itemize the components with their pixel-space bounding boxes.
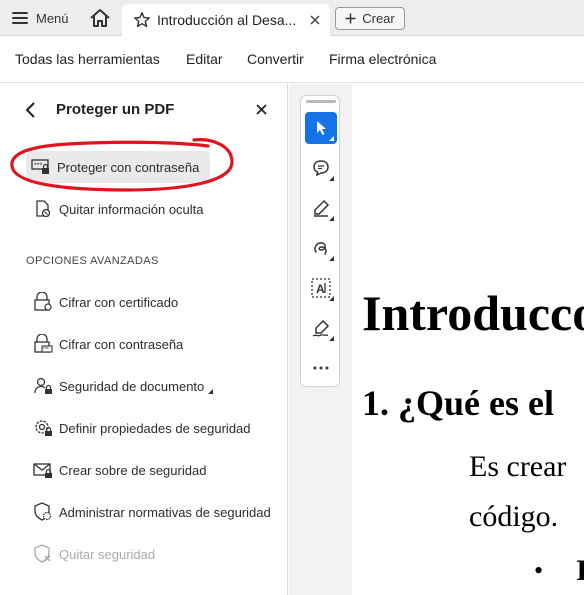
panel-title: Proteger un PDF bbox=[56, 101, 175, 118]
menu-label: Menú bbox=[36, 10, 69, 26]
item-label: Cifrar con contraseña bbox=[59, 336, 184, 352]
create-label: Crear bbox=[362, 11, 395, 26]
flyout-indicator-icon bbox=[208, 388, 214, 394]
item-label: Definir propiedades de seguridad bbox=[59, 420, 251, 436]
document-paragraph-line: código. bbox=[469, 500, 559, 533]
item-label: Quitar información oculta bbox=[59, 201, 204, 217]
document-tab[interactable]: Introducción al Desa... bbox=[122, 4, 330, 36]
menu-edit[interactable]: Editar bbox=[186, 51, 223, 67]
item-label: Seguridad de documento bbox=[59, 378, 205, 394]
comment-tool-button[interactable] bbox=[305, 152, 337, 184]
document-page: Introducco 1. ¿Qué es el Es crear código… bbox=[352, 84, 584, 595]
select-pointer-icon bbox=[317, 121, 326, 135]
encrypt-certificate-item[interactable]: Cifrar con certificado bbox=[28, 286, 178, 318]
svg-text:A: A bbox=[316, 282, 325, 296]
menu-convert[interactable]: Convertir bbox=[247, 51, 304, 67]
star-icon[interactable] bbox=[133, 11, 151, 29]
title-bar: Menú Introducción al Desa... Crear bbox=[0, 0, 584, 36]
document-paragraph-line: Es crear bbox=[469, 450, 567, 483]
shield-x-icon bbox=[32, 543, 54, 565]
password-lock-icon: *** bbox=[30, 156, 52, 178]
certificate-lock-icon bbox=[32, 291, 54, 313]
home-icon bbox=[90, 9, 110, 27]
draw-tool-button[interactable] bbox=[305, 232, 337, 264]
item-label: Proteger con contraseña bbox=[57, 159, 200, 175]
menu-button[interactable]: Menú bbox=[12, 8, 69, 28]
sign-pen-icon bbox=[312, 319, 330, 337]
create-button[interactable]: Crear bbox=[335, 7, 405, 30]
item-label: Administrar normativas de seguridad bbox=[59, 504, 271, 520]
document-security-item[interactable]: Seguridad de documento bbox=[28, 370, 214, 402]
envelope-lock-icon bbox=[32, 459, 54, 481]
more-tools-button[interactable] bbox=[305, 352, 337, 384]
document-heading-1: Introducco bbox=[362, 285, 584, 341]
comment-icon bbox=[313, 160, 329, 177]
document-list-item: I bbox=[576, 554, 584, 587]
protect-with-password-item[interactable]: *** Proteger con contraseña bbox=[26, 151, 210, 183]
svg-text:***: *** bbox=[34, 163, 42, 170]
menu-bar: Todas las herramientas Editar Convertir … bbox=[0, 36, 584, 83]
close-panel-icon[interactable] bbox=[256, 104, 267, 115]
section-label-advanced: OPCIONES AVANZADAS bbox=[26, 255, 159, 267]
draw-loop-icon bbox=[314, 242, 327, 255]
shield-gear-icon bbox=[32, 501, 54, 523]
remove-security-item: Quitar seguridad bbox=[28, 538, 155, 570]
back-arrow-icon[interactable] bbox=[24, 101, 38, 119]
close-tab-icon[interactable] bbox=[308, 13, 322, 27]
highlight-tool-button[interactable] bbox=[305, 192, 337, 224]
document-eraser-icon bbox=[32, 198, 54, 220]
item-label: Crear sobre de seguridad bbox=[59, 462, 207, 478]
highlight-pen-icon bbox=[314, 199, 330, 217]
home-button[interactable] bbox=[88, 7, 112, 29]
text-select-tool-button[interactable]: A bbox=[305, 272, 337, 304]
item-label: Quitar seguridad bbox=[59, 546, 156, 562]
security-policies-item[interactable]: Administrar normativas de seguridad bbox=[28, 496, 271, 528]
remove-hidden-info-item[interactable]: Quitar información oculta bbox=[28, 193, 204, 225]
gear-lock-icon bbox=[32, 417, 54, 439]
document-heading-2: 1. ¿Qué es el bbox=[362, 383, 554, 423]
select-tool-button[interactable] bbox=[305, 112, 337, 144]
protect-pdf-panel: Proteger un PDF *** Proteger con contras… bbox=[0, 84, 288, 595]
more-icon bbox=[313, 366, 329, 370]
plus-icon bbox=[345, 13, 356, 24]
security-properties-item[interactable]: Definir propiedades de seguridad bbox=[28, 412, 251, 444]
menu-all-tools[interactable]: Todas las herramientas bbox=[15, 51, 160, 67]
quick-tools-toolbar: A bbox=[300, 95, 340, 387]
security-envelope-item[interactable]: Crear sobre de seguridad bbox=[28, 454, 206, 486]
encrypt-password-item[interactable]: *** Cifrar con contraseña bbox=[28, 328, 183, 360]
bullet-icon: • bbox=[534, 556, 544, 585]
sign-tool-button[interactable] bbox=[305, 312, 337, 344]
user-lock-icon bbox=[32, 375, 54, 397]
hamburger-icon bbox=[12, 12, 28, 24]
tab-title: Introducción al Desa... bbox=[157, 12, 297, 28]
svg-text:***: *** bbox=[43, 347, 49, 353]
toolbar-grip[interactable] bbox=[306, 100, 336, 103]
menu-e-sign[interactable]: Firma electrónica bbox=[329, 51, 436, 67]
password-lock-icon: *** bbox=[32, 333, 54, 355]
item-label: Cifrar con certificado bbox=[59, 294, 179, 310]
